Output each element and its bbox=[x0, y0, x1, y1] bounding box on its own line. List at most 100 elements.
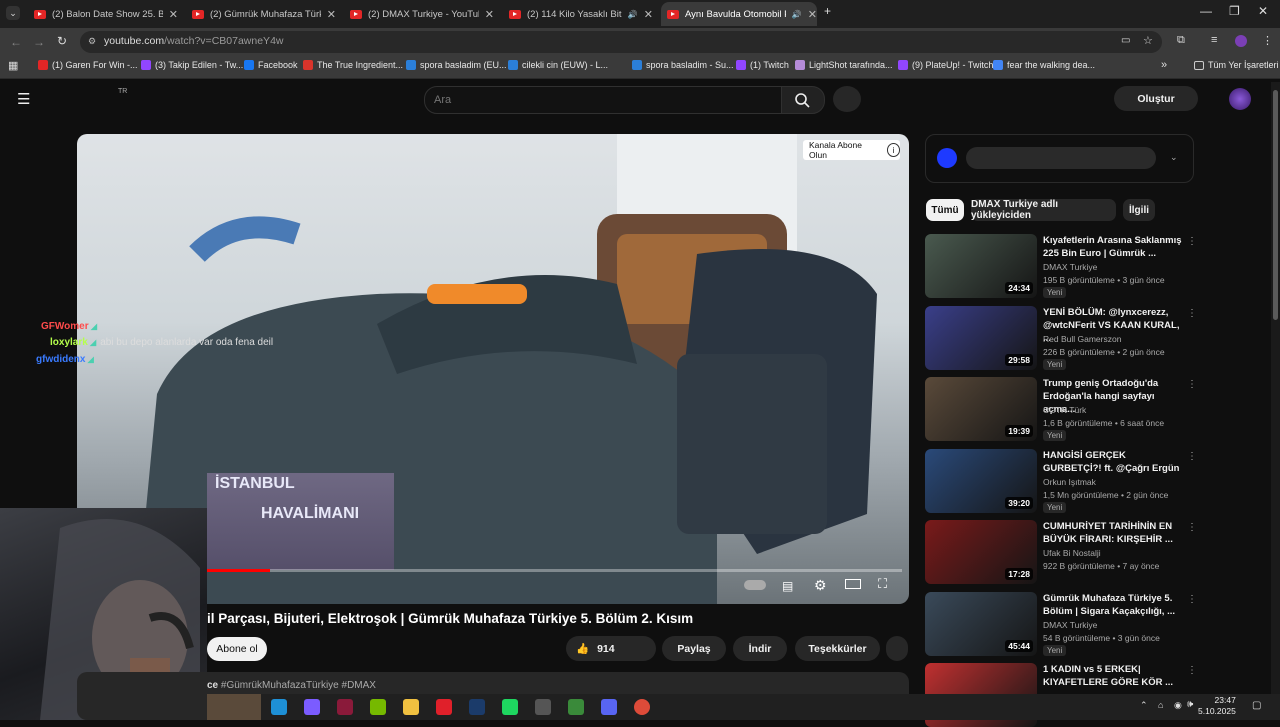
close-tab-icon[interactable]: ✕ bbox=[644, 8, 653, 21]
tab-3[interactable]: (2) DMAX Turkiye - YouTube ✕ bbox=[344, 2, 494, 26]
channel-name[interactable]: DMAX Turkiye bbox=[1043, 262, 1097, 272]
captions-icon[interactable]: ▤ bbox=[782, 579, 793, 593]
bookmark-item[interactable]: The True Ingredient... bbox=[303, 60, 403, 70]
settings-icon[interactable]: ⚙ bbox=[814, 577, 827, 594]
bookmark-item[interactable]: (1) Garen For Win -... bbox=[38, 60, 138, 70]
create-button[interactable]: Oluştur bbox=[1114, 86, 1198, 111]
tab-4[interactable]: (2) 114 Kilo Yasaklı Bitki Yak 🔊 ✕ bbox=[503, 2, 653, 26]
speaker-icon[interactable]: 🔊 bbox=[628, 10, 638, 19]
bookmark-item[interactable]: fear the walking dea... bbox=[993, 60, 1095, 70]
speaker-icon[interactable]: 🔊 bbox=[792, 10, 802, 19]
wifi-icon[interactable]: ◉ bbox=[1174, 700, 1182, 711]
info-icon[interactable]: i bbox=[886, 143, 900, 157]
video-card-title[interactable]: 1 KADIN vs 5 ERKEK| KIYAFETLERE GÖRE KÖR… bbox=[1043, 663, 1183, 689]
menu-icon[interactable]: ⋮ bbox=[1262, 34, 1273, 47]
app-icon-3[interactable] bbox=[568, 699, 584, 715]
forward-icon[interactable]: → bbox=[33, 35, 45, 49]
clock[interactable]: 23:47 5.10.2025 bbox=[1198, 695, 1236, 717]
notification-icon[interactable]: ▢ bbox=[1252, 700, 1261, 711]
extensions-icon[interactable]: ⧉ bbox=[1177, 34, 1185, 47]
more-options-icon[interactable]: ⋮ bbox=[1187, 236, 1197, 247]
channel-name[interactable]: Ufak Bi Nostalji bbox=[1043, 548, 1101, 558]
filter-chip[interactable]: DMAX Turkiye adlı yükleyiciden bbox=[971, 199, 1116, 221]
more-options-icon[interactable]: ⋮ bbox=[1187, 594, 1197, 605]
channel-name[interactable]: DMAX Turkiye bbox=[1043, 620, 1097, 630]
reload-icon[interactable]: ↻ bbox=[57, 34, 67, 48]
all-bookmarks[interactable]: Tüm Yer İşaretleri bbox=[1194, 60, 1279, 70]
recommended-video[interactable]: 19:39 Trump geniş Ortadoğu'da Erdoğan'la … bbox=[925, 377, 1265, 441]
cast-icon[interactable]: ▭ bbox=[1121, 35, 1130, 46]
tab-2[interactable]: (2) Gümrük Muhafaza Türkiye 5 ✕ bbox=[186, 2, 336, 26]
hamburger-icon[interactable]: ☰ bbox=[17, 90, 30, 108]
filter-chip[interactable]: Tümü bbox=[926, 199, 964, 221]
more-actions-button[interactable] bbox=[886, 636, 908, 661]
chrome-icon[interactable] bbox=[634, 699, 650, 715]
chevron-down-icon[interactable]: ⌄ bbox=[1170, 152, 1178, 163]
recommended-video[interactable]: 24:34 Kıyafetlerin Arasına Saklanmış 225 … bbox=[925, 234, 1265, 298]
app-icon[interactable] bbox=[337, 699, 353, 715]
bookmark-item[interactable]: (3) Takip Edilen - Tw... bbox=[141, 60, 243, 70]
bookmark-item[interactable]: spora basladim - Su... bbox=[632, 60, 734, 70]
apps-icon[interactable]: ▦ bbox=[8, 59, 18, 72]
bookmark-item[interactable]: (1) Twitch bbox=[736, 60, 789, 70]
channel-name[interactable]: CGTN Türk bbox=[1043, 405, 1086, 415]
media-icon[interactable]: ≡ bbox=[1211, 34, 1217, 46]
spotify-icon[interactable] bbox=[502, 699, 518, 715]
more-options-icon[interactable]: ⋮ bbox=[1187, 308, 1197, 319]
autoplay-toggle[interactable] bbox=[744, 580, 766, 590]
channel-name[interactable]: Red Bull Gamerszon bbox=[1043, 334, 1121, 344]
recommended-video[interactable]: 17:28 CUMHURİYET TARİHİNİN EN BÜYÜK FİRAR… bbox=[925, 520, 1265, 584]
discord-icon[interactable] bbox=[601, 699, 617, 715]
video-thumbnail[interactable]: 45:44 bbox=[925, 591, 1037, 656]
like-button[interactable]: 👍 914 bbox=[566, 636, 656, 661]
profile-icon[interactable] bbox=[1235, 35, 1247, 47]
more-options-icon[interactable]: ⋮ bbox=[1187, 451, 1197, 462]
network-icon[interactable]: ⌂ bbox=[1158, 700, 1163, 710]
close-tab-icon[interactable]: ✕ bbox=[327, 8, 336, 21]
close-tab-icon[interactable]: ✕ bbox=[169, 8, 178, 21]
video-thumbnail[interactable]: 17:28 bbox=[925, 520, 1037, 584]
fullscreen-icon[interactable]: ⛶ bbox=[878, 576, 887, 592]
opera-icon[interactable] bbox=[436, 699, 452, 715]
app-icon-2[interactable] bbox=[535, 699, 551, 715]
tab-5[interactable]: Aynı Bavulda Otomobil Parçaları 🔊 ✕ bbox=[661, 2, 817, 26]
bookmark-item[interactable]: (9) PlateUp! - Twitch bbox=[898, 60, 993, 70]
tab-search-icon[interactable]: ⌄ bbox=[6, 6, 20, 20]
channel-name[interactable]: Orkun Işıtmak bbox=[1043, 477, 1096, 487]
new-tab-button[interactable]: + bbox=[824, 4, 831, 18]
tray-chevron-icon[interactable]: ⌃ bbox=[1140, 700, 1148, 711]
volume-icon[interactable]: 🕪 bbox=[1187, 699, 1193, 710]
download-button[interactable]: İndir bbox=[733, 636, 787, 661]
close-tab-icon[interactable]: ✕ bbox=[485, 8, 494, 21]
tab-1[interactable]: (2) Balon Date Show 25. Bölüm ✕ bbox=[28, 2, 178, 26]
video-card-title[interactable]: Gümrük Muhafaza Türkiye 5. Bölüm | Sigar… bbox=[1043, 592, 1183, 618]
folder-icon[interactable] bbox=[403, 699, 419, 715]
recommended-video[interactable]: 29:58 YENİ BÖLÜM: @lynxcerezz, @wtcNFerit… bbox=[925, 305, 1265, 370]
video-thumbnail[interactable]: 29:58 bbox=[925, 305, 1037, 370]
thanks-button[interactable]: Teşekkürler bbox=[795, 636, 880, 661]
subscribe-button[interactable]: Abone ol bbox=[207, 637, 267, 661]
edge-icon[interactable] bbox=[271, 699, 287, 715]
recommended-video[interactable]: 45:44 Gümrük Muhafaza Türkiye 5. Bölüm | … bbox=[925, 591, 1265, 656]
video-thumbnail[interactable]: 39:20 bbox=[925, 448, 1037, 513]
bookmark-item[interactable]: spora basladim (EU... bbox=[406, 60, 507, 70]
back-icon[interactable]: ← bbox=[10, 35, 22, 49]
more-bookmarks-icon[interactable]: » bbox=[1161, 59, 1167, 71]
video-thumbnail[interactable]: 24:34 bbox=[925, 234, 1037, 298]
filter-chip[interactable]: İlgili bbox=[1123, 199, 1155, 221]
share-button[interactable]: Paylaş bbox=[662, 636, 726, 661]
maximize-icon[interactable]: ❐ bbox=[1229, 4, 1240, 18]
star-icon[interactable]: ☆ bbox=[1143, 34, 1153, 47]
site-info-icon[interactable]: ⚙ bbox=[88, 36, 96, 47]
close-tab-icon[interactable]: ✕ bbox=[808, 8, 817, 21]
video-card-title[interactable]: CUMHURİYET TARİHİNİN EN BÜYÜK FİRARI: KI… bbox=[1043, 520, 1183, 546]
more-options-icon[interactable]: ⋮ bbox=[1187, 522, 1197, 533]
more-options-icon[interactable]: ⋮ bbox=[1187, 379, 1197, 390]
scrollbar-thumb[interactable] bbox=[1273, 90, 1278, 320]
video-card-title[interactable]: HANGİSİ GERÇEK GURBETÇİ?! ft. @Çağrı Erg… bbox=[1043, 449, 1183, 475]
search-input[interactable] bbox=[432, 89, 776, 111]
bookmark-item[interactable]: cilekli cin (EUW) - L... bbox=[508, 60, 608, 70]
avatar[interactable] bbox=[1229, 88, 1251, 110]
url-text[interactable]: youtube.com/watch?v=CB07awneY4w bbox=[104, 35, 284, 47]
theater-mode-icon[interactable] bbox=[845, 579, 861, 589]
